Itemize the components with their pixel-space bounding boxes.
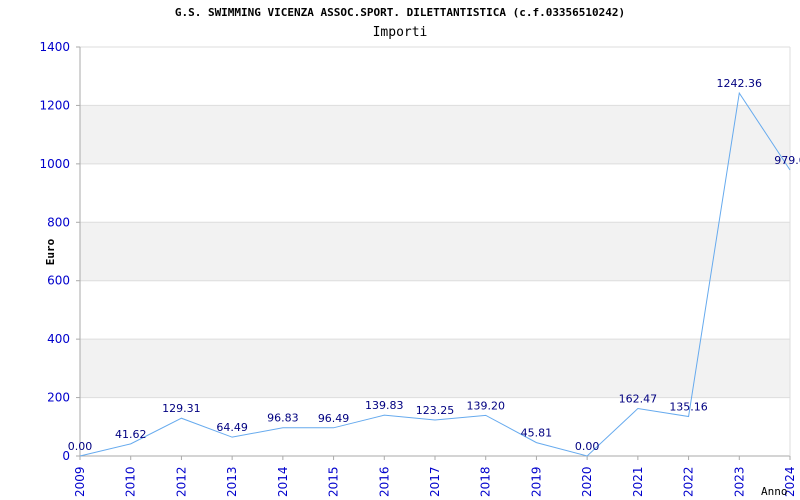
background-band xyxy=(80,339,790,398)
data-label: 96.83 xyxy=(267,412,299,425)
data-label: 139.83 xyxy=(365,399,404,412)
data-label: 129.31 xyxy=(162,402,201,415)
x-tick-label: 2023 xyxy=(732,466,746,497)
background-band xyxy=(80,222,790,281)
x-tick-label: 2019 xyxy=(529,466,543,497)
data-label: 979.0 xyxy=(774,154,800,167)
data-label: 123.25 xyxy=(416,404,455,417)
background-band xyxy=(80,105,790,164)
data-label: 135.16 xyxy=(669,401,708,414)
data-label: 0.00 xyxy=(575,440,600,453)
data-label: 1242.36 xyxy=(717,77,763,90)
line-chart: 0200400600800100012001400 2009 2010 2012 20… xyxy=(39,40,800,498)
x-tick-label: 2020 xyxy=(580,466,594,497)
x-tick-label: 2013 xyxy=(225,466,239,497)
y-tick-label: 200 xyxy=(47,391,70,405)
background-bands xyxy=(80,105,790,398)
data-label: 45.81 xyxy=(521,427,553,440)
y-tick-label: 1200 xyxy=(39,98,70,112)
x-tick-label: 2010 xyxy=(124,466,138,497)
data-label: 162.47 xyxy=(619,393,658,406)
x-tick-label: 2021 xyxy=(631,466,645,497)
x-tick-label: 2015 xyxy=(327,466,341,497)
x-tick-label: 2009 xyxy=(73,466,87,497)
x-tick-label: 2014 xyxy=(276,466,290,497)
x-tick-label: 2022 xyxy=(682,466,696,497)
data-label: 64.49 xyxy=(216,421,248,434)
y-tick-label: 400 xyxy=(47,332,70,346)
data-label: 139.20 xyxy=(466,399,505,412)
y-tick-label: 600 xyxy=(47,274,70,288)
y-tick-label: 800 xyxy=(47,215,70,229)
x-tick-label: 2016 xyxy=(377,466,391,497)
data-label: 0.00 xyxy=(68,440,93,453)
x-axis-label: Anno xyxy=(761,485,788,498)
x-tick-label: 2018 xyxy=(479,466,493,497)
y-tick-label: 1400 xyxy=(39,40,70,54)
x-tick-labels: 2009 2010 2012 2013 2014 2015 2016 2017 2018 2019… xyxy=(73,456,797,497)
y-tick-label: 1000 xyxy=(39,157,70,171)
data-label: 41.62 xyxy=(115,428,147,441)
y-axis-label: Euro xyxy=(44,238,57,265)
x-tick-label: 2012 xyxy=(174,466,188,497)
x-tick-label: 2017 xyxy=(428,466,442,497)
data-label: 96.49 xyxy=(318,412,350,425)
